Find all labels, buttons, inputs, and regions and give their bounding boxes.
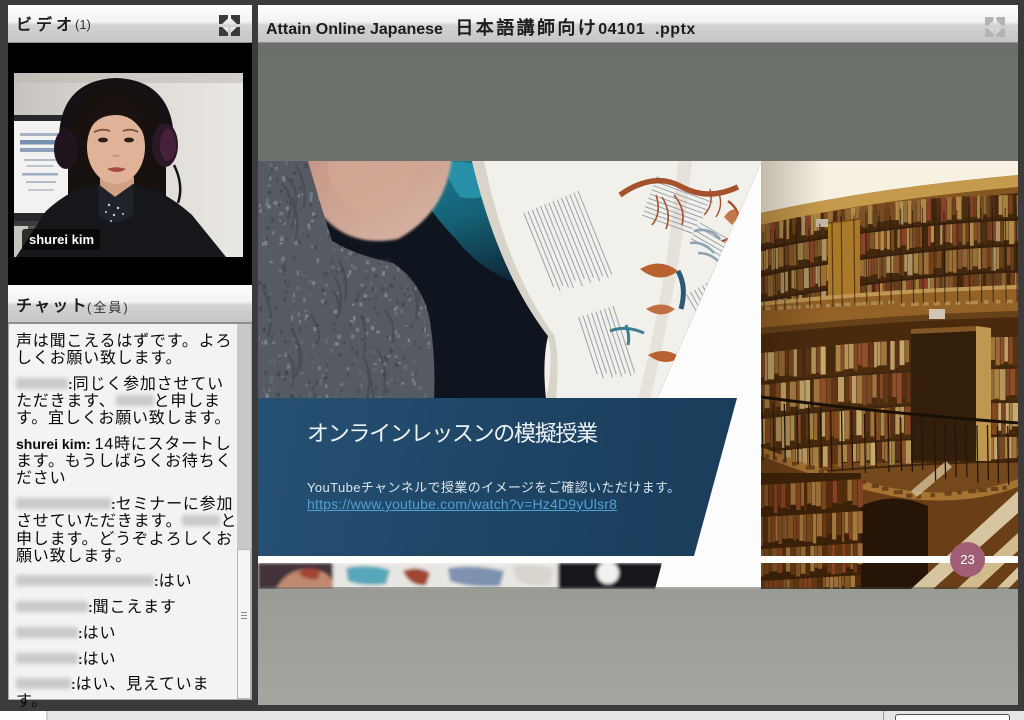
svg-text:shurei kim: shurei kim: [29, 232, 94, 247]
